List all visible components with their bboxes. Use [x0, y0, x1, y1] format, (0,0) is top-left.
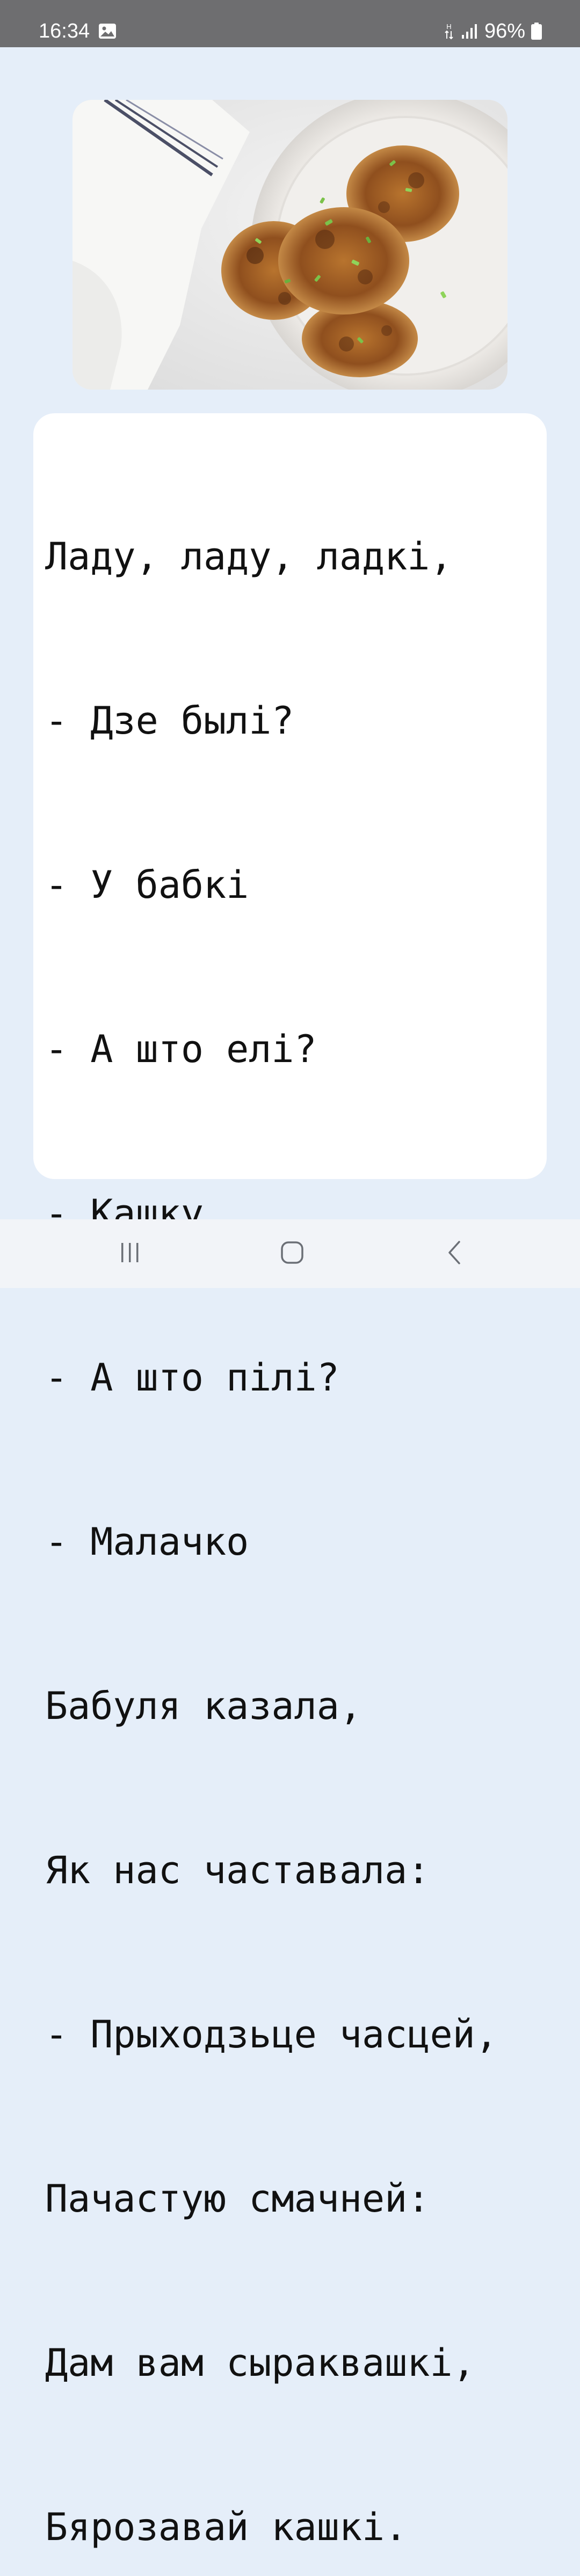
poem-line: - Прыходзьце часцей, — [45, 2012, 498, 2057]
back-icon — [446, 1240, 462, 1268]
poem-text: Ладу, ладу, ладкі, - Дзе былі? - У бабкі… — [45, 420, 498, 2576]
battery-icon — [531, 22, 542, 40]
poem-line: Бярозавай кашкі. — [45, 2505, 408, 2549]
battery-percentage: 96% — [484, 20, 525, 42]
home-button[interactable] — [260, 1231, 324, 1276]
svg-text:H: H — [446, 23, 451, 31]
poem-line: Як нас частавала: — [45, 1848, 430, 1892]
recent-apps-button[interactable] — [98, 1231, 162, 1276]
gallery-icon — [98, 23, 117, 39]
poem-card: Ладу, ладу, ладкі, - Дзе былі? - У бабкі… — [33, 413, 547, 2549]
poem-line: Ладу, ладу, ладкі, — [45, 535, 453, 579]
back-button[interactable] — [422, 1231, 487, 1276]
status-indicators: H 96% — [443, 19, 542, 43]
network-hplus-icon: H — [443, 21, 455, 41]
poem-line: - А што пілі? — [45, 1356, 339, 1400]
poem-line: Бабуля казала, — [45, 1684, 363, 1728]
recipe-image — [73, 100, 508, 390]
poem-line: - Дзе былі? — [45, 699, 294, 743]
signal-icon — [461, 23, 479, 39]
recent-apps-icon — [118, 1242, 142, 1266]
poem-line: - Малачко — [45, 1520, 249, 1564]
poem-line: - А што елі? — [45, 1027, 317, 1071]
poem-line: Дам вам сыраквашкі, — [45, 2341, 475, 2385]
poem-line: Пачастую смачней: — [45, 2177, 430, 2221]
poem-line: - У бабкі — [45, 863, 249, 907]
navigation-bar — [0, 1219, 580, 1288]
status-time: 16:34 — [39, 20, 90, 42]
status-bar: 16:34 H 96% — [0, 0, 580, 47]
home-icon — [280, 1241, 304, 1267]
